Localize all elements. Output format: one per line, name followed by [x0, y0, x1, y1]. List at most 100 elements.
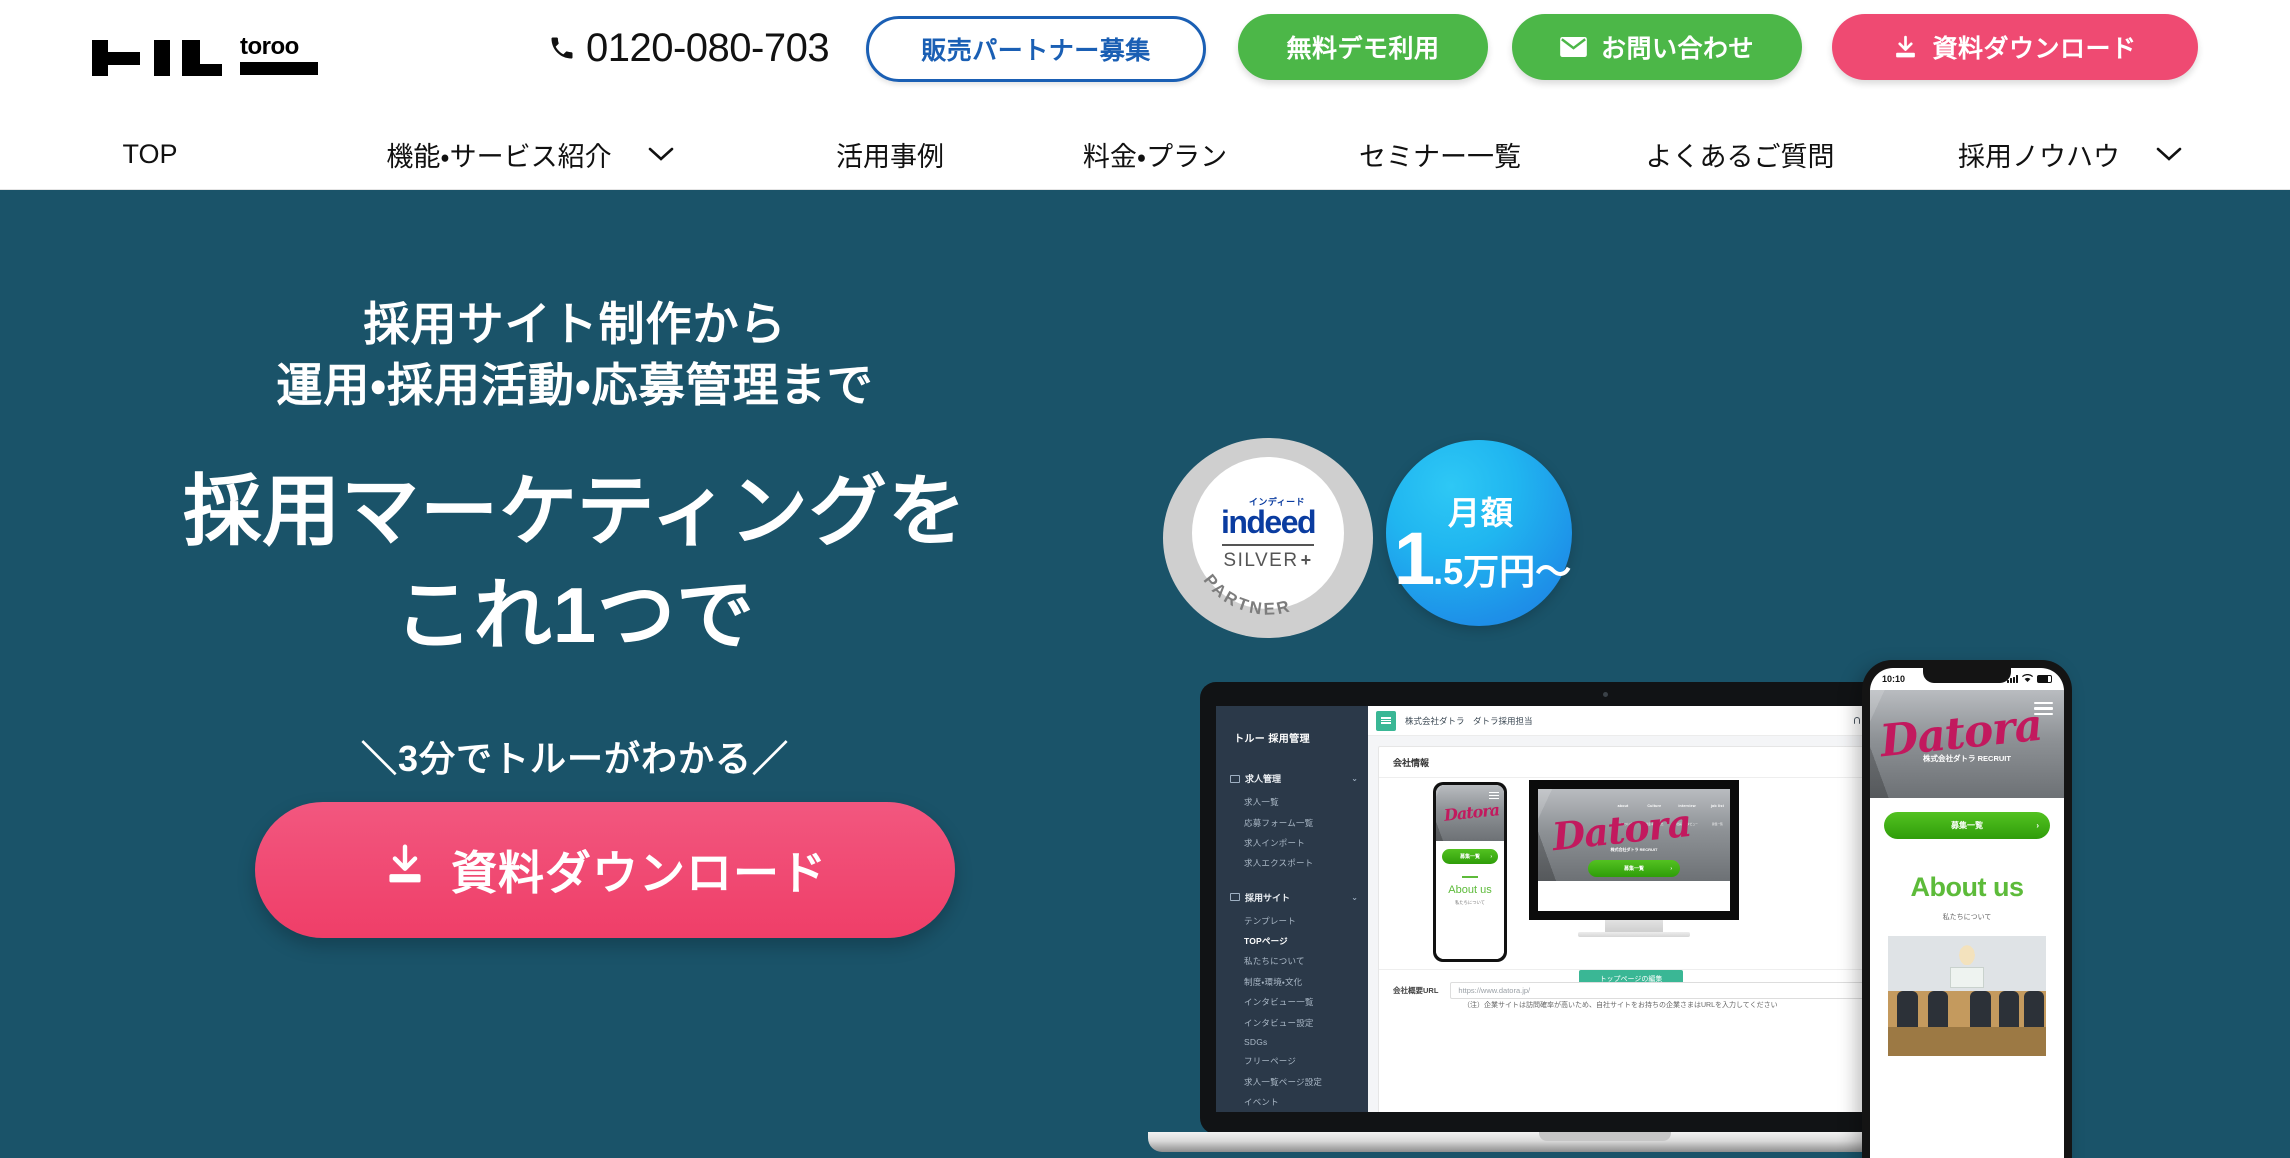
admin-group-jobs-label: 求人管理 [1245, 774, 1282, 784]
chevron-right-icon: › [1490, 853, 1492, 860]
chevron-right-icon: › [2036, 821, 2039, 830]
admin-card-title: 会社情報 [1393, 758, 1430, 768]
preview-nav-joblist: job list 募集一覧 [1711, 794, 1724, 830]
nav-label-knowhow: 採用ノウハウ [1958, 141, 2120, 172]
hero-section: 採用サイト制作から 運用・採用活動・応募管理まで 採用マーケティングを これ1つ… [0, 190, 2290, 1158]
nav-item-faq[interactable]: よくあるご質問 [1590, 118, 1890, 190]
phone-icon [548, 31, 576, 65]
hero-subheading: 採用サイト制作から 運用・採用活動・応募管理まで [0, 294, 1150, 415]
preview-monitor-hero: about 私たちについて Culture 制度・環境・文化 interview… [1538, 789, 1730, 881]
phone-cta-button[interactable]: 募集一覧 › [1884, 812, 2050, 839]
preview-phone-hero: Datora [1436, 785, 1504, 841]
nav-item-cases[interactable]: 活用事例 [760, 118, 1020, 190]
battery-icon [2037, 675, 2052, 683]
admin-link-top-page[interactable]: TOPページ [1216, 931, 1368, 951]
preview-monitor-cta-label: 募集一覧 [1623, 866, 1644, 872]
hero-heading-line2: これ1つで [394, 570, 756, 659]
hamburger-icon [1489, 790, 1499, 801]
hamburger-icon[interactable] [1376, 710, 1396, 731]
price-amount-row: 1 .5万円〜 [1394, 522, 1571, 596]
preview-monitor-stand [1605, 920, 1663, 932]
free-demo-button[interactable]: 無料デモ利用 [1238, 14, 1488, 80]
phone-screen: 10:10 Datora 株式会社ダトラ RECRUIT 募集一覧 › Abou… [1870, 668, 2064, 1158]
nav-label-features: 機能・サービス紹介 [386, 141, 612, 172]
phone-meeting-photo [1888, 936, 2046, 1056]
preview-monitor-body: about 私たちについて Culture 制度・環境・文化 interview… [1529, 780, 1739, 920]
nav-label-pricing: 料金・プラン [1082, 141, 1228, 172]
nav-item-features[interactable]: 機能・サービス紹介 [300, 118, 760, 190]
preview-monitor-cta: 募集一覧 › [1588, 860, 1680, 877]
indeed-divider [1222, 543, 1314, 546]
nav-item-pricing[interactable]: 料金・プラン [1020, 118, 1290, 190]
nav-item-knowhow[interactable]: 採用ノウハウ [1890, 118, 2250, 190]
preview-phone-body: 募集一覧 › About us 私たちについて [1436, 841, 1504, 959]
admin-link-job-list[interactable]: 求人一覧 [1216, 792, 1368, 812]
admin-link-interview-list[interactable]: インタビュー一覧 [1216, 992, 1368, 1012]
admin-group-jobs[interactable]: 求人管理 ⌄ [1216, 763, 1368, 792]
header-divider [0, 189, 2290, 190]
toroo-logo[interactable]: toroo [92, 28, 372, 90]
preview-phone-divider [1462, 876, 1478, 878]
admin-link-culture[interactable]: 制度・環境・文化 [1216, 972, 1368, 992]
chevron-down-icon: ⌄ [1351, 774, 1358, 783]
svg-text:toroo: toroo [240, 33, 299, 60]
preview-monitor-mockup: about 私たちについて Culture 制度・環境・文化 interview… [1529, 780, 1739, 937]
download-button-hero[interactable]: 資料ダウンロード [255, 802, 955, 938]
site-header: toroo 0120-080-703 販売パートナー募集 無料デモ利用 お問い合… [0, 0, 2290, 190]
preview-phone-about-heading: About us [1448, 884, 1492, 896]
admin-group-site[interactable]: 採用サイト ⌄ [1216, 882, 1368, 911]
chevron-right-icon: › [1670, 865, 1672, 872]
download-icon [1893, 35, 1918, 60]
admin-link-job-export[interactable]: 求人エクスポート [1216, 853, 1368, 873]
nav-item-seminars[interactable]: セミナー一覧 [1290, 118, 1590, 190]
partner-recruit-button[interactable]: 販売パートナー募集 [866, 16, 1206, 82]
admin-company-name: 株式会社ダトラ ダトラ採用担当 [1405, 715, 1533, 726]
contact-button[interactable]: お問い合わせ [1512, 14, 1802, 80]
indeed-tier-plus: + [1300, 549, 1313, 570]
preview-phone-cta: 募集一覧 › [1442, 849, 1498, 864]
phone-status-icons [2007, 673, 2052, 685]
hero-copy-block: 採用サイト制作から 運用・採用活動・応募管理まで 採用マーケティングを これ1つ… [0, 190, 1150, 1158]
hero-heading: 採用マーケティングを これ1つで [0, 460, 1150, 667]
phone-number: 0120-080-703 [586, 26, 830, 70]
admin-link-job-import[interactable]: 求人インポート [1216, 833, 1368, 853]
admin-link-event[interactable]: イベント [1216, 1092, 1368, 1112]
preview-phone-cta-label: 募集一覧 [1459, 854, 1480, 860]
site-icon [1230, 893, 1240, 901]
admin-sidebar: トルー 採用管理 求人管理 ⌄ 求人一覧 応募フォーム一覧 求人インポート 求人… [1216, 706, 1368, 1112]
chevron-down-icon [2156, 146, 2182, 162]
phone-cta-label: 募集一覧 [1951, 821, 1983, 830]
preview-nav-joblist-en: job list [1710, 804, 1724, 808]
indeed-tier: SILVER + [1223, 550, 1312, 572]
nav-label-top: TOP [122, 138, 178, 169]
admin-link-interview-settings[interactable]: インタビュー設定 [1216, 1012, 1368, 1032]
admin-link-about-us[interactable]: 私たちについて [1216, 951, 1368, 971]
phone-status-time: 10:10 [1882, 674, 1906, 684]
admin-link-template[interactable]: テンプレート [1216, 911, 1368, 931]
page-root: toroo 0120-080-703 販売パートナー募集 無料デモ利用 お問い合… [0, 0, 2290, 1158]
phone-about-sub: 私たちについて [1942, 914, 1992, 921]
hero-subheading-line1: 採用サイト制作から [363, 298, 787, 350]
preview-phone-mockup: Datora 募集一覧 › About us 私たちについて [1433, 782, 1507, 962]
mail-icon [1560, 37, 1587, 57]
nav-label-seminars: セミナー一覧 [1359, 141, 1521, 172]
product-mockup: トルー 採用管理 求人管理 ⌄ 求人一覧 応募フォーム一覧 求人インポート 求人… [1148, 660, 2290, 1158]
contact-label: お問い合わせ [1600, 35, 1754, 63]
admin-link-sdgs[interactable]: SDGs [1216, 1033, 1368, 1051]
jobs-icon [1230, 774, 1240, 783]
free-demo-label: 無料デモ利用 [1286, 35, 1440, 63]
preview-phone-brand: Datora [1443, 800, 1500, 825]
bell-icon[interactable] [1853, 717, 1860, 724]
admin-link-application-forms[interactable]: 応募フォーム一覧 [1216, 812, 1368, 832]
price-badge: 月額 1 .5万円〜 [1386, 440, 1572, 626]
admin-url-label: 会社概要URL [1393, 986, 1439, 995]
download-button-header[interactable]: 資料ダウンロード [1832, 14, 2198, 80]
wifi-icon [2021, 673, 2034, 685]
admin-link-free-page[interactable]: フリーページ [1216, 1051, 1368, 1071]
admin-link-job-list-page-settings[interactable]: 求人一覧ページ設定 [1216, 1072, 1368, 1092]
phone-contact[interactable]: 0120-080-703 [548, 26, 830, 70]
indeed-badge-inner: インディード indeed SILVER + [1192, 457, 1344, 609]
main-navigation: TOP 機能・サービス紹介 活用事例 料金・プラン セミナー一覧 よくあるご質問 [0, 118, 2290, 190]
nav-item-top[interactable]: TOP [0, 118, 300, 190]
header-top-row: toroo 0120-080-703 販売パートナー募集 無料デモ利用 お問い合… [0, 0, 2290, 118]
